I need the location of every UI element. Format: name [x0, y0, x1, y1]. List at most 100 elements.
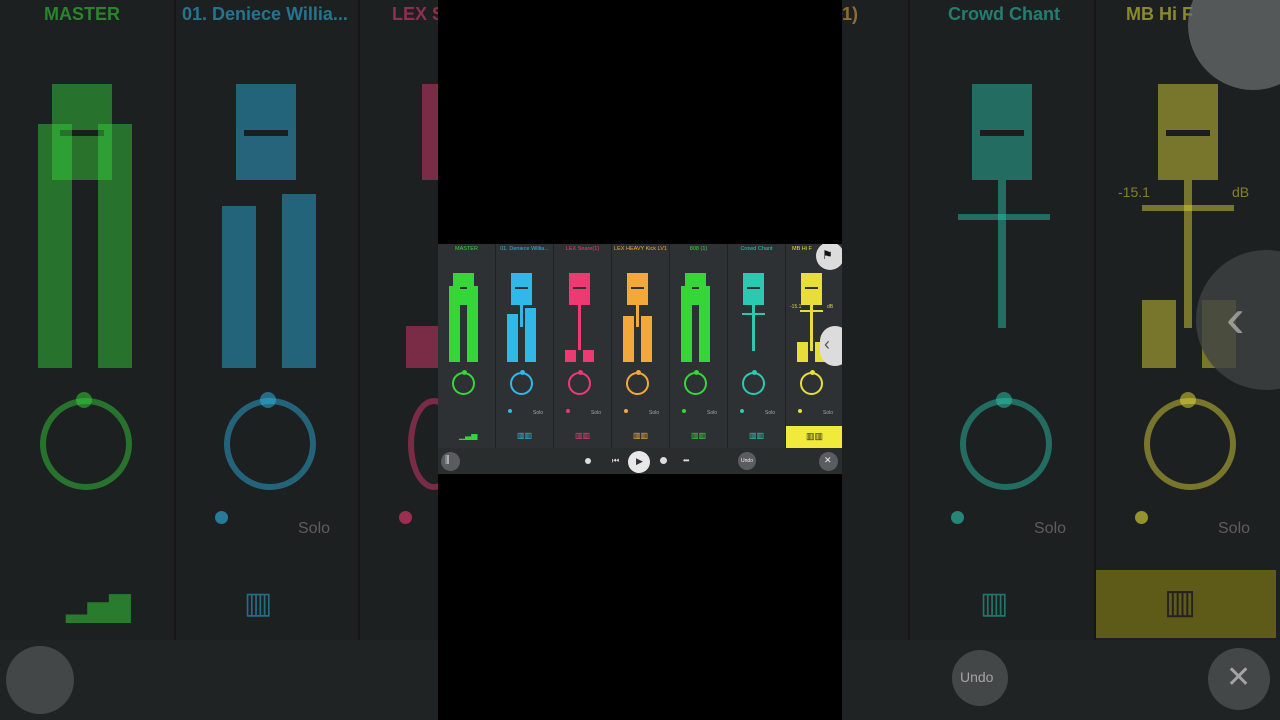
bg-equalizer-icon: ▂▅▇	[66, 591, 131, 622]
piano-icon[interactable]: ▥▥	[691, 432, 706, 440]
mute-led[interactable]	[798, 409, 802, 413]
bg-led	[399, 511, 412, 524]
volume-fader[interactable]	[569, 273, 590, 305]
fader-track	[636, 305, 639, 327]
close-button[interactable]: ✕	[819, 452, 838, 471]
pan-knob[interactable]	[626, 372, 649, 395]
piano-icon[interactable]: ▥▥	[575, 432, 590, 440]
bg-fader	[972, 84, 1032, 180]
bg-undo-label: Undo	[960, 669, 994, 685]
channel-strip-master[interactable]: MASTER ▁▃▅	[438, 244, 496, 448]
unity-tick	[800, 310, 823, 312]
record-button[interactable]	[585, 458, 591, 464]
pan-knob[interactable]	[568, 372, 591, 395]
play-button[interactable]: ▶	[628, 451, 650, 473]
mute-led[interactable]	[682, 409, 686, 413]
bg-stem	[1184, 180, 1192, 328]
bg-close-glyph: ✕	[1226, 661, 1252, 694]
collapse-panel-button[interactable]: ‹	[820, 326, 842, 366]
bg-knob	[40, 398, 132, 490]
level-meter-right	[525, 308, 536, 362]
level-meter-left	[681, 286, 692, 362]
channel-strip[interactable]: Crowd Chant Solo ▥▥	[728, 244, 786, 448]
mute-led[interactable]	[740, 409, 744, 413]
bg-piano-icon: ▥	[244, 587, 273, 620]
bg-knob-dot	[996, 392, 1012, 408]
play-icon: ▶	[636, 456, 643, 466]
bg-tick	[1142, 205, 1234, 211]
bg-tick	[958, 214, 1050, 220]
rewind-icon[interactable]: ⏮	[612, 456, 619, 466]
solo-button[interactable]: Solo	[649, 410, 659, 416]
piano-icon[interactable]: ▥▥	[517, 432, 532, 440]
pan-knob-indicator	[462, 370, 467, 375]
bg-mixer-icon	[6, 646, 74, 714]
level-meter-left	[507, 314, 518, 362]
volume-fader[interactable]	[511, 273, 532, 305]
channel-name: 808 (1)	[689, 246, 708, 252]
bg-knob	[1144, 398, 1236, 490]
pan-knob[interactable]	[742, 372, 765, 395]
mute-led[interactable]	[566, 409, 570, 413]
metronome-icon[interactable]	[660, 457, 667, 464]
bg-meter	[1142, 300, 1176, 368]
channel-strip[interactable]: LEX HEAVY Kick LV1 Solo ▥▥	[612, 244, 670, 448]
channel-name: Crowd Chant	[740, 246, 773, 252]
bg-db-unit: dB	[1232, 184, 1250, 200]
pan-knob[interactable]	[684, 372, 707, 395]
bg-knob-dot	[76, 392, 92, 408]
bg-title: LEX S	[392, 4, 445, 24]
phone-screen: MASTER ▁▃▅ 01. Deniece Willia... Solo ▥▥…	[438, 0, 842, 720]
piano-icon: ▥▥	[806, 431, 824, 441]
bg-db: -15.1	[1118, 184, 1150, 200]
pan-knob-indicator	[752, 370, 757, 375]
mute-led[interactable]	[508, 409, 512, 413]
channel-strip[interactable]: 01. Deniece Willia... Solo ▥▥	[496, 244, 554, 448]
fader-track	[520, 305, 523, 327]
bg-led	[1135, 511, 1148, 524]
bg-title: MB Hi F	[1126, 4, 1193, 24]
channel-name: MASTER	[455, 246, 478, 252]
volume-fader[interactable]	[743, 273, 764, 305]
bg-strip	[842, 0, 910, 640]
mute-led[interactable]	[624, 409, 628, 413]
bg-knob-dot	[260, 392, 276, 408]
bird-icon: ⚑	[822, 248, 833, 262]
volume-fader[interactable]	[627, 273, 648, 305]
transport-toolbar: ⫼ ⏮ ▶ ••• Undo ✕	[438, 448, 842, 474]
pan-knob[interactable]	[800, 372, 823, 395]
piano-icon[interactable]: ▥▥	[633, 432, 648, 440]
selected-instrument-button[interactable]: ▥▥	[786, 426, 842, 448]
solo-button[interactable]: Solo	[707, 410, 717, 416]
channel-strip[interactable]: 808 (1) Solo ▥▥	[670, 244, 728, 448]
solo-button[interactable]: Solo	[823, 410, 833, 416]
bg-piano-icon: ▥	[1164, 583, 1197, 621]
bg-title: 01. Deniece Willia...	[182, 4, 348, 24]
channel-strip[interactable]: LEX Snare(1) Solo ▥▥	[554, 244, 612, 448]
channel-name: 01. Deniece Willia...	[500, 246, 549, 252]
more-icon[interactable]: •••	[683, 456, 689, 465]
level-meter-left	[565, 350, 576, 362]
solo-button[interactable]: Solo	[765, 410, 775, 416]
bg-title: Crowd Chant	[948, 4, 1060, 24]
fader-track	[752, 305, 755, 351]
bg-meter	[98, 124, 132, 368]
pan-knob-indicator	[694, 370, 699, 375]
undo-button[interactable]: Undo	[738, 452, 756, 470]
close-icon: ✕	[824, 455, 832, 465]
solo-button[interactable]: Solo	[533, 410, 543, 416]
solo-button[interactable]: Solo	[591, 410, 601, 416]
bg-solo: Solo	[1034, 520, 1067, 537]
chevron-left-icon: ‹	[824, 334, 830, 354]
bg-title: MASTER	[44, 4, 120, 24]
bg-led	[951, 511, 964, 524]
equalizer-icon[interactable]: ▁▃▅	[459, 432, 477, 440]
pan-knob[interactable]	[452, 372, 475, 395]
level-meter-right	[641, 316, 652, 362]
volume-fader[interactable]	[801, 273, 822, 305]
pan-knob[interactable]	[510, 372, 533, 395]
piano-icon[interactable]: ▥▥	[749, 432, 764, 440]
mixer-button[interactable]: ⫼	[441, 452, 460, 471]
bird-logo-button[interactable]: ⚑	[816, 244, 842, 270]
unity-tick	[742, 313, 765, 315]
